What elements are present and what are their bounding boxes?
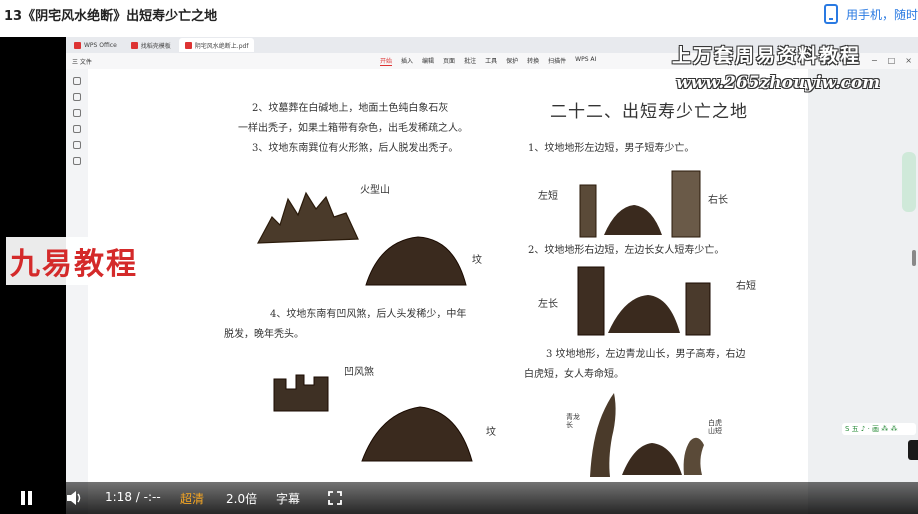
player-controls: 1:18 / -:-- 超清 2.0倍 字幕 [0, 482, 918, 514]
text-item-4: 4、坟地东南有凹风煞，后人头发稀少，中年 [270, 309, 467, 320]
thumbnail-icon [73, 93, 81, 101]
speed-button[interactable]: 2.0倍 [226, 490, 257, 507]
document-right-margin [808, 69, 918, 514]
concave-wind-sketch [273, 374, 329, 412]
brand-watermark: 九易教程 [6, 237, 142, 285]
pdf-icon [184, 41, 192, 49]
floating-tool-panel [902, 152, 916, 212]
label-concave-wind: 凹风煞 [344, 367, 374, 378]
fire-mountain-sketch [256, 191, 359, 244]
minimize-icon: − [871, 56, 878, 65]
document-area: 2、坟墓葬在白碱地上，地面土色纯白象石灰 一样出秃子，如果土箱带有杂色，出毛发稀… [88, 69, 918, 514]
menu-edit: 编辑 [422, 58, 435, 65]
text-right-2: 2、坟地地形右边短，左边长女人短寿少亡。 [528, 245, 725, 256]
watermark-line-1: 上万套周易资料教程 [672, 45, 862, 67]
video-player[interactable]: WPS Office 找稻壳模板 阴宅风水绝断上.pdf 三 文件 开始 插入 … [0, 37, 918, 514]
template-icon [130, 41, 138, 49]
text-right-1: 1、坟地地形左边短，男子短寿少亡。 [528, 143, 695, 154]
wps-tab-template: 找稻壳模板 [125, 38, 177, 52]
text-item-2: 2、坟墓葬在白碱地上，地面土色纯白象石灰 [252, 103, 449, 114]
menu-file: 三 文件 [72, 58, 92, 66]
window-controls: − □ × [871, 56, 912, 65]
bookmark-icon [73, 77, 81, 85]
label-baihu: 白虎山短 [708, 419, 722, 436]
label-left-short: 左短 [538, 191, 558, 202]
text-right-3-cont: 白虎短，女人寿命短。 [524, 369, 624, 380]
menu-wps-ai: WPS AI [575, 56, 597, 63]
label-left-long: 左长 [538, 299, 558, 310]
volume-icon[interactable] [66, 490, 84, 506]
qinglong-sketch [590, 393, 704, 477]
text-item-3: 3、坟地东南巽位有火形煞，后人脱发出秃子。 [252, 143, 459, 154]
phone-icon [823, 4, 838, 24]
menu-annotate: 批注 [464, 58, 477, 65]
subtitle-button[interactable]: 字幕 [276, 490, 300, 507]
attachment-icon [73, 125, 81, 133]
tomb-sketch-2 [361, 406, 473, 462]
comment-icon [73, 109, 81, 117]
menu-protect: 保护 [506, 58, 519, 65]
menu-insert: 插入 [401, 58, 414, 65]
label-fire-mountain: 火型山 [360, 185, 390, 196]
pdf-page: 2、坟墓葬在白碱地上，地面土色纯白象石灰 一样出秃子，如果土箱带有杂色，出毛发稀… [194, 69, 808, 514]
scroll-indicator [912, 250, 916, 266]
wps-window: WPS Office 找稻壳模板 阴宅风水绝断上.pdf 三 文件 开始 插入 … [66, 37, 918, 514]
menu-convert: 转换 [527, 58, 540, 65]
menu-start: 开始 [380, 58, 393, 66]
page-header: 13《阴宅风水绝断》出短寿少亡之地 用手机，随时 [0, 0, 918, 30]
section-heading: 二十二、出短寿少亡之地 [550, 102, 748, 122]
fullscreen-icon[interactable] [328, 491, 342, 505]
mobile-watch-label: 用手机，随时 [845, 7, 918, 22]
label-right-short: 右短 [736, 281, 756, 292]
layers-icon [73, 157, 81, 165]
label-right-long: 右长 [708, 195, 728, 206]
menu-page: 页面 [443, 58, 456, 65]
wps-logo-icon [74, 41, 81, 49]
label-tomb-2: 坟 [486, 427, 496, 438]
floating-button [908, 440, 918, 460]
menu-scan: 扫描件 [548, 58, 567, 65]
close-icon: × [905, 56, 912, 65]
page-title: 13《阴宅风水绝断》出短寿少亡之地 [4, 9, 218, 24]
label-tomb-1: 坟 [472, 255, 482, 266]
pause-icon[interactable] [20, 491, 33, 505]
tomb-sketch-1 [365, 236, 467, 286]
quality-button[interactable]: 超清 [180, 490, 204, 507]
label-qinglong: 青龙长 [566, 413, 580, 430]
maximize-icon: □ [887, 56, 896, 65]
wps-tab-label: 找稻壳模板 [140, 42, 171, 50]
signature-icon [73, 141, 81, 149]
wps-sidebar [66, 69, 88, 514]
right-short-sketch [577, 266, 711, 336]
mobile-watch-link[interactable]: 用手机，随时 [823, 4, 918, 24]
left-short-sketch [579, 170, 701, 238]
wps-tab-label: WPS Office [84, 41, 117, 49]
playback-time: 1:18 / -:-- [105, 490, 161, 504]
text-right-3: 3 坟地地形，左边青龙山长，男子高寿，右边 [546, 349, 746, 360]
wps-tab-office: WPS Office [68, 38, 123, 52]
floating-toolbar: S 五 ♪ · 画 ⁂ ⁂ [842, 423, 916, 435]
wps-tab-pdf: 阴宅风水绝断上.pdf [178, 38, 255, 52]
watermark-line-2: www.265zhouyiw.com [676, 73, 881, 93]
menu-tools: 工具 [485, 58, 498, 65]
text-item-4-cont: 脱发，晚年秃头。 [224, 329, 304, 340]
wps-tab-label: 阴宅风水绝断上.pdf [194, 42, 249, 50]
text-item-2-cont: 一样出秃子，如果土箱带有杂色，出毛发稀疏之人。 [238, 123, 468, 134]
